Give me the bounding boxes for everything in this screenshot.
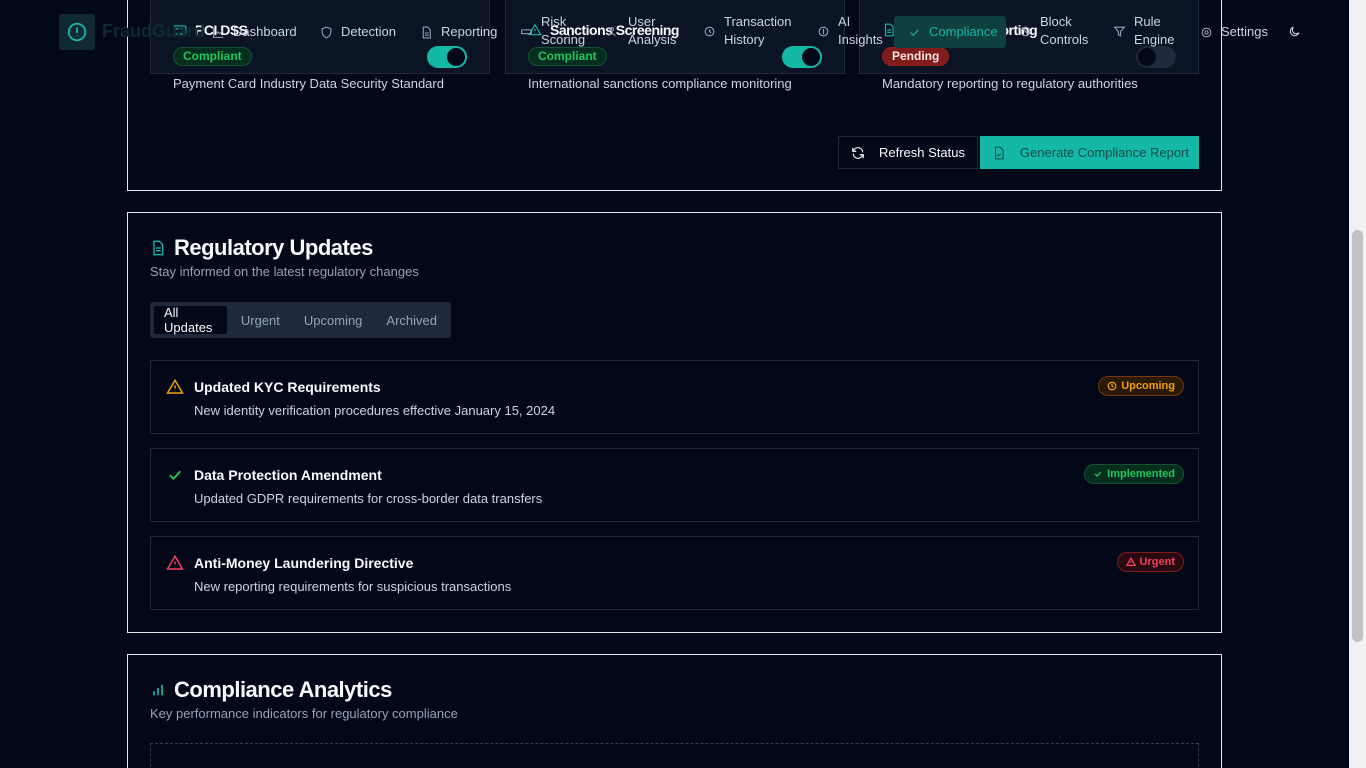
status-badge: Implemented [1084,464,1184,484]
nav-dashboard[interactable]: Dashboard [212,23,297,41]
panel-subtitle: Key performance indicators for regulator… [150,706,458,721]
check-icon [169,470,181,481]
nav-detection[interactable]: Detection [320,23,396,41]
generate-report-button[interactable]: Generate Compliance Report [979,136,1199,169]
alert-triangle-icon [166,554,184,570]
compliance-analytics-heading: Compliance Analytics [150,677,392,703]
brand-name: FraudGuard [102,21,206,41]
panel-subtitle: Stay informed on the latest regulatory c… [150,264,419,279]
nav-label: User Analysis [628,14,677,47]
shield-icon [321,26,332,39]
nav-label: Dashboard [233,24,297,39]
compliance-analytics-panel: Compliance Analytics Key performance ind… [127,654,1222,768]
nav-risk-scoring[interactable]: Risk Scoring [520,13,590,49]
theme-toggle-icon[interactable] [1288,25,1301,38]
standard-description: International sanctions compliance monit… [528,76,792,91]
nav-label: Block Controls [1040,14,1089,47]
update-card-kyc[interactable]: Updated KYC Requirements New identity ve… [150,360,1199,434]
nav-label: Risk Scoring [541,14,586,47]
nav-label: Settings [1221,24,1268,39]
bar-chart-icon [153,684,163,696]
refresh-status-label: Refresh Status [879,145,965,160]
update-title: Anti-Money Laundering Directive [194,555,414,571]
file-check-icon [994,146,1004,159]
app-header: FraudGuard Dashboard Detection Reporting… [0,0,1349,62]
nav-label: Detection [341,24,396,39]
nav-rule-engine[interactable]: Rule Engine [1113,13,1183,49]
nav-transaction-history[interactable]: Transaction History [703,13,793,49]
panel-title: Compliance Analytics [174,677,392,702]
logo[interactable] [59,14,95,50]
update-description: New reporting requirements for suspiciou… [194,579,512,594]
standard-description: Payment Card Industry Data Security Stan… [173,76,444,91]
gear-icon [1201,27,1212,37]
nav-reporting[interactable]: Reporting [420,23,497,41]
nav-label: Transaction History [724,14,792,47]
update-card-data-protection[interactable]: Data Protection Amendment Updated GDPR r… [150,448,1199,522]
tab-upcoming[interactable]: Upcoming [294,306,373,334]
regulatory-updates-panel: Regulatory Updates Stay informed on the … [127,212,1222,633]
users-icon [608,26,616,36]
nav-label: Reporting [441,24,498,39]
status-badge: Urgent [1116,552,1184,572]
badge-label: Upcoming [1121,380,1175,392]
badge-label: Urgent [1139,556,1175,568]
clock-icon [1107,381,1117,391]
check-icon [1094,471,1102,477]
nav-compliance[interactable]: Compliance [908,23,998,41]
ai-icon [818,26,829,36]
nav-ai-insights[interactable]: AI Insights [817,13,887,49]
nav-user-analysis[interactable]: User Analysis [607,13,677,49]
analytics-placeholder [150,743,1199,768]
warning-icon [166,378,184,394]
update-description: New identity verification procedures eff… [194,403,556,418]
update-title: Data Protection Amendment [194,467,382,483]
refresh-status-button[interactable]: Refresh Status [838,136,978,169]
nav-label: Compliance [929,24,998,39]
panel-title: Regulatory Updates [174,235,373,260]
regulatory-updates-heading: Regulatory Updates [150,235,373,261]
alert-triangle-icon [1125,557,1136,566]
nav-block-controls[interactable]: Block Controls [1019,13,1099,49]
history-icon [704,26,715,36]
updates-tabs: All Updates Urgent Upcoming Archived [150,302,451,338]
update-description: Updated GDPR requirements for cross-bord… [194,491,543,506]
nav-label: Rule Engine [1134,14,1175,47]
refresh-icon [852,146,864,159]
generate-report-label: Generate Compliance Report [1019,145,1189,160]
update-title: Updated KYC Requirements [194,379,381,395]
update-card-aml[interactable]: Anti-Money Laundering Directive New repo… [150,536,1199,610]
scrollbar-thumb[interactable] [1352,230,1363,642]
status-badge: Upcoming [1098,376,1184,396]
alert-circle-icon [67,22,87,42]
page: PCI DSS Compliant Payment Card Industry … [0,0,1366,768]
document-icon [153,240,164,256]
dashboard-icon [213,27,224,38]
tab-archived[interactable]: Archived [376,306,447,334]
tab-all-updates[interactable]: All Updates [154,305,227,335]
block-icon [1020,26,1031,36]
check-icon [910,28,919,36]
nav-settings[interactable]: Settings [1200,23,1268,41]
gauge-icon [521,28,532,34]
tab-urgent[interactable]: Urgent [231,306,290,334]
badge-label: Implemented [1107,468,1175,480]
nav-label: AI Insights [838,14,883,47]
document-icon [422,26,431,38]
standard-description: Mandatory reporting to regulatory author… [882,76,1138,91]
filter-icon [1113,26,1126,37]
page-scrollbar[interactable] [1349,0,1366,768]
